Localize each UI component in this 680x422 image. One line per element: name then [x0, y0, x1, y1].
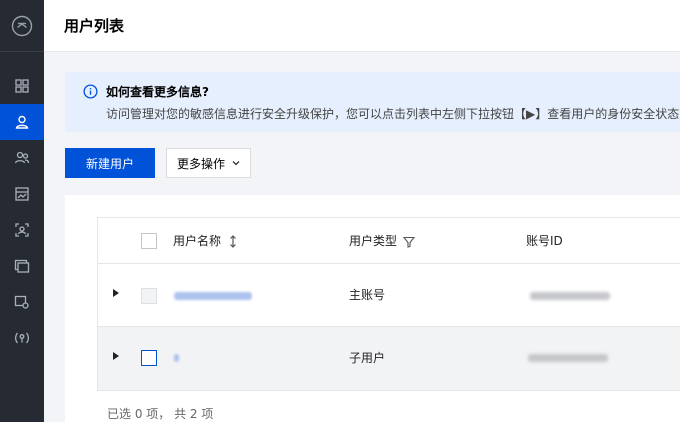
page-title: 用户列表 [64, 17, 125, 35]
sidebar-item-users[interactable] [0, 104, 44, 140]
user-name-link[interactable] [174, 292, 252, 300]
policy-icon [15, 187, 29, 201]
chevron-down-icon [232, 161, 240, 166]
account-id-cell [528, 354, 608, 362]
user-name-link[interactable] [174, 354, 179, 362]
user-type-cell: 主账号 [349, 288, 386, 302]
info-notice: 如何查看更多信息? 访问管理对您的敏感信息进行安全升级保护，您可以点击列表中左侧… [65, 72, 680, 132]
column-header-account-id: 账号ID [526, 234, 563, 248]
sidebar [0, 0, 44, 422]
user-group-icon [14, 151, 30, 164]
sort-icon[interactable] [229, 235, 237, 248]
table-row[interactable]: 主账号 [98, 264, 680, 327]
table-row[interactable]: 子用户 [98, 327, 680, 390]
sidebar-item-overview[interactable] [0, 68, 44, 104]
info-icon [83, 84, 98, 99]
sidebar-item-identity-providers[interactable] [0, 248, 44, 284]
sidebar-item-roles[interactable] [0, 212, 44, 248]
user-table: 用户名称 用户类型 账号ID 主账号 子用户 [97, 217, 680, 391]
table-header: 用户名称 用户类型 账号ID [98, 218, 680, 264]
account-id-cell [530, 292, 610, 300]
expand-row-icon[interactable] [113, 352, 119, 360]
sidebar-item-user-groups[interactable] [0, 140, 44, 176]
user-icon [15, 115, 29, 129]
page-header: 用户列表 [44, 0, 680, 52]
select-all-checkbox[interactable] [141, 233, 157, 249]
signal-icon [14, 332, 30, 344]
role-icon [15, 223, 29, 237]
notice-title: 如何查看更多信息? [106, 85, 209, 99]
selection-summary: 已选 0 项， 共 2 项 [107, 407, 214, 421]
cloud-logo-icon [11, 15, 33, 36]
more-actions-label: 更多操作 [177, 156, 226, 171]
create-user-button[interactable]: 新建用户 [65, 148, 155, 178]
expand-row-icon[interactable] [113, 289, 119, 297]
sidebar-item-policies[interactable] [0, 176, 44, 212]
user-type-cell: 子用户 [349, 351, 386, 365]
sidebar-item-access-keys[interactable] [0, 284, 44, 320]
column-header-type: 用户类型 [349, 234, 398, 248]
filter-icon[interactable] [403, 236, 415, 248]
row-checkbox[interactable] [141, 350, 157, 366]
more-actions-dropdown[interactable]: 更多操作 [166, 148, 251, 178]
row-checkbox [141, 288, 157, 304]
identity-provider-icon [14, 259, 30, 273]
dashboard-icon [15, 79, 29, 93]
access-key-icon [14, 295, 29, 309]
column-header-name: 用户名称 [173, 234, 222, 248]
sidebar-item-api-keys[interactable] [0, 320, 44, 356]
product-logo[interactable] [0, 0, 44, 52]
user-table-card: 用户名称 用户类型 账号ID 主账号 子用户 已选 0 项， 共 2 项 [65, 195, 680, 422]
notice-body: 访问管理对您的敏感信息进行安全升级保护，您可以点击列表中左侧下拉按钮【▶】查看用… [106, 107, 680, 121]
